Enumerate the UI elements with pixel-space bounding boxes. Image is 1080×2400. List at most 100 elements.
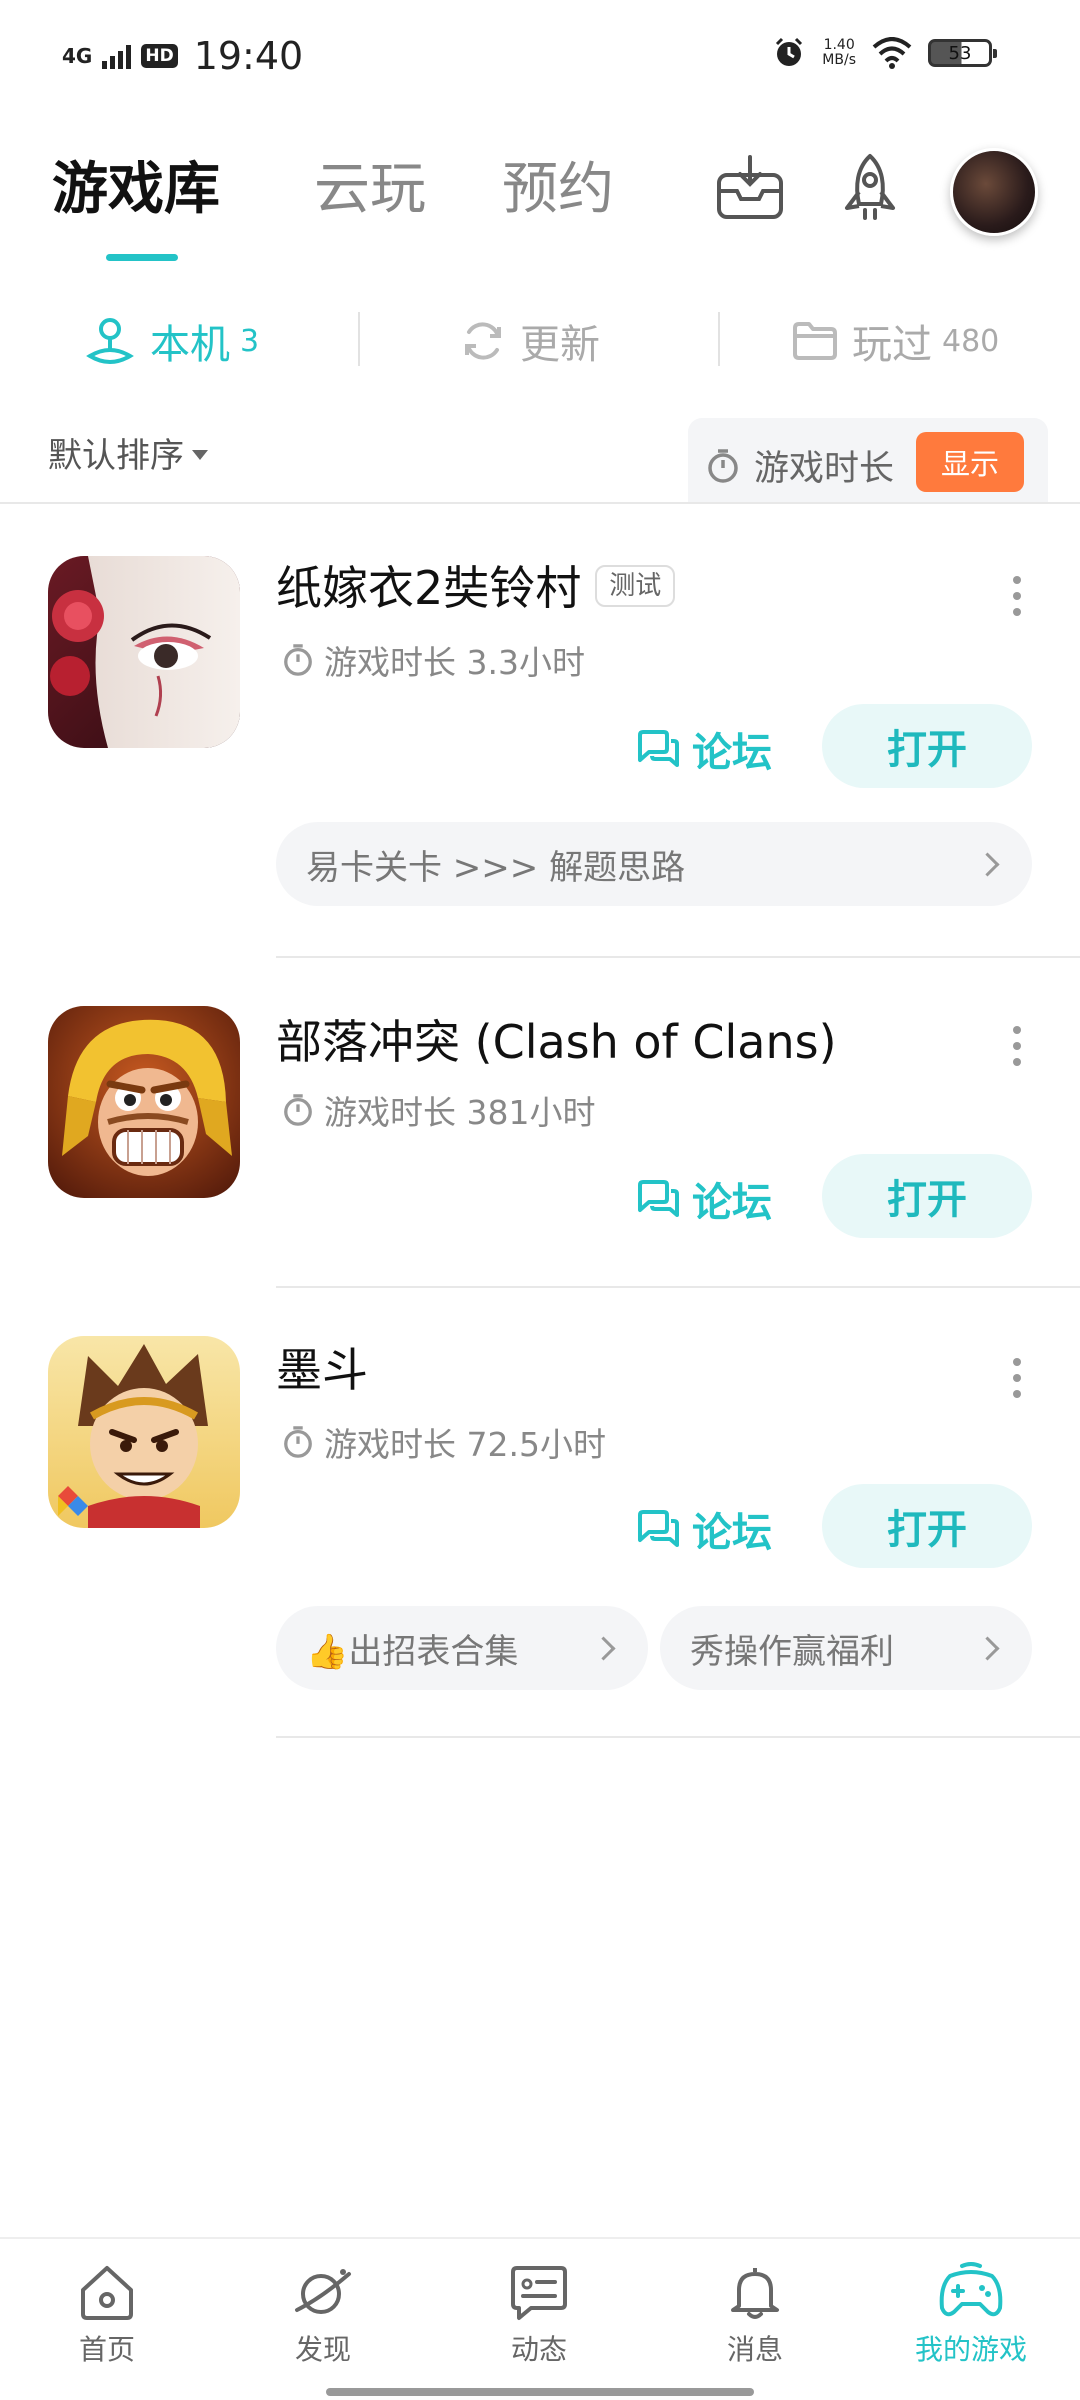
game-playtime: 游戏时长 72.5小时 [282,1418,606,1466]
subtab-played[interactable]: 玩过 480 [792,306,999,376]
divider [276,1286,1080,1288]
tip-text: 秀操作赢福利 [690,1631,894,1672]
folder-icon [793,322,837,360]
chevron-right-icon [975,851,1000,877]
game-art-clash-of-clans [48,1006,240,1198]
clock: 19:40 [193,34,304,78]
battery-icon: 53 [928,39,997,67]
tip-text: 👍出招表合集 [306,1631,519,1672]
alarm-icon [776,37,803,66]
subtab-played-label: 玩过 [852,322,932,368]
game-playtime: 游戏时长 381小时 [282,1086,595,1134]
chat-bubble-icon [638,1510,679,1547]
duration-label: 游戏时长 [706,440,894,491]
caret-down-icon [192,449,208,460]
tab-reservation[interactable]: 预约 [502,150,614,230]
status-bar: 4G HD 19:40 1.40 MB/s 53 [0,0,1080,120]
more-options-icon[interactable] [1012,1358,1022,1398]
playtime-text: 游戏时长 72.5小时 [324,1425,606,1464]
game-title: 纸嫁衣2奘铃村 [276,561,582,615]
nav-my-games-label: 我的游戏 [914,2333,1027,2366]
divider [276,956,1080,958]
gamepad-icon [939,2262,1003,2317]
duration-label-text: 游戏时长 [754,449,895,489]
nav-home[interactable]: 首页 [32,2262,182,2368]
timer-icon [284,1426,312,1458]
open-game-button[interactable]: 打开 [822,1484,1032,1568]
more-options-icon[interactable] [1012,576,1022,616]
game-title: 墨斗 [276,1343,368,1397]
subtab-local-label: 本机 [150,322,230,368]
divider [276,1736,1080,1738]
nav-feed[interactable]: 动态 [464,2262,614,2368]
avatar[interactable] [950,148,1038,236]
open-game-button[interactable]: 打开 [822,1154,1032,1238]
active-tab-indicator [106,254,178,261]
nav-home-label: 首页 [78,2333,135,2366]
forum-label: 论坛 [692,1180,772,1226]
tab-game-library[interactable]: 游戏库 [52,150,220,230]
refresh-icon [465,322,501,360]
subtab-separator [358,312,360,366]
status-right: 1.40 MB/s 53 [772,36,997,70]
more-options-icon[interactable] [1012,1026,1022,1066]
subtab-updates[interactable]: 更新 [460,306,600,376]
game-icon[interactable] [48,1336,240,1528]
nav-messages[interactable]: 消息 [680,2262,830,2368]
rocket-icon [845,154,895,220]
home-indicator[interactable] [326,2388,754,2396]
chat-bubble-icon [638,730,679,767]
game-icon[interactable] [48,556,240,748]
chevron-right-icon [975,1635,1000,1661]
subtab-local[interactable]: 本机 3 [84,306,259,376]
tab-cloud-play[interactable]: 云玩 [314,150,426,230]
bell-icon [731,2268,779,2319]
download-manager-button[interactable] [712,150,788,226]
home-icon [81,2266,133,2320]
network-speed: 1.40 MB/s [822,38,856,68]
sort-dropdown[interactable]: 默认排序 [48,428,208,477]
download-box-icon [717,155,783,219]
forum-button[interactable]: 论坛 [636,1500,772,1558]
forum-button[interactable]: 论坛 [636,1170,772,1228]
nav-discover[interactable]: 发现 [248,2262,398,2368]
game-title: 部落冲突 (Clash of Clans) [276,1015,837,1069]
show-duration-button[interactable]: 显示 [916,432,1024,492]
nav-messages-label: 消息 [726,2333,783,2366]
test-badge: 测试 [595,564,676,607]
nav-my-games[interactable]: 我的游戏 [896,2262,1046,2368]
speed-up-button[interactable] [832,150,908,226]
speed-unit: MB/s [822,52,856,68]
battery-level: 53 [948,42,972,64]
network-type: 4G [62,44,93,68]
nav-feed-label: 动态 [510,2333,567,2366]
game-icon[interactable] [48,1006,240,1198]
hd-badge: HD [141,44,178,68]
subtab-updates-label: 更新 [520,322,600,368]
divider [0,502,1080,504]
playtime-text: 游戏时长 381小时 [324,1093,596,1132]
game-title-row: 墨斗 [276,1340,368,1400]
open-game-button[interactable]: 打开 [822,704,1032,788]
sort-label: 默认排序 [48,436,184,476]
wifi-icon [872,37,912,69]
signal-icon [102,43,132,69]
forum-button[interactable]: 论坛 [636,720,772,778]
user-icon [86,318,134,364]
game-title-row: 纸嫁衣2奘铃村 测试 [276,558,676,622]
playtime-text: 游戏时长 3.3小时 [324,643,585,682]
status-left: 4G HD 19:40 [62,34,303,78]
message-card-icon [511,2266,567,2320]
planet-icon [295,2269,351,2314]
tip-link[interactable]: 秀操作赢福利 [660,1606,1032,1690]
tip-link[interactable]: 易卡关卡 >>> 解题思路 [276,822,1032,906]
subtab-separator [718,312,720,366]
game-art-paper-bride [48,556,240,748]
timer-icon [708,448,738,483]
game-playtime: 游戏时长 3.3小时 [282,636,585,684]
nav-discover-label: 发现 [294,2333,351,2366]
chevron-right-icon [591,1635,616,1661]
chat-bubble-icon [638,1180,679,1217]
tip-link[interactable]: 👍出招表合集 [276,1606,648,1690]
subtab-played-count: 480 [942,323,1000,359]
